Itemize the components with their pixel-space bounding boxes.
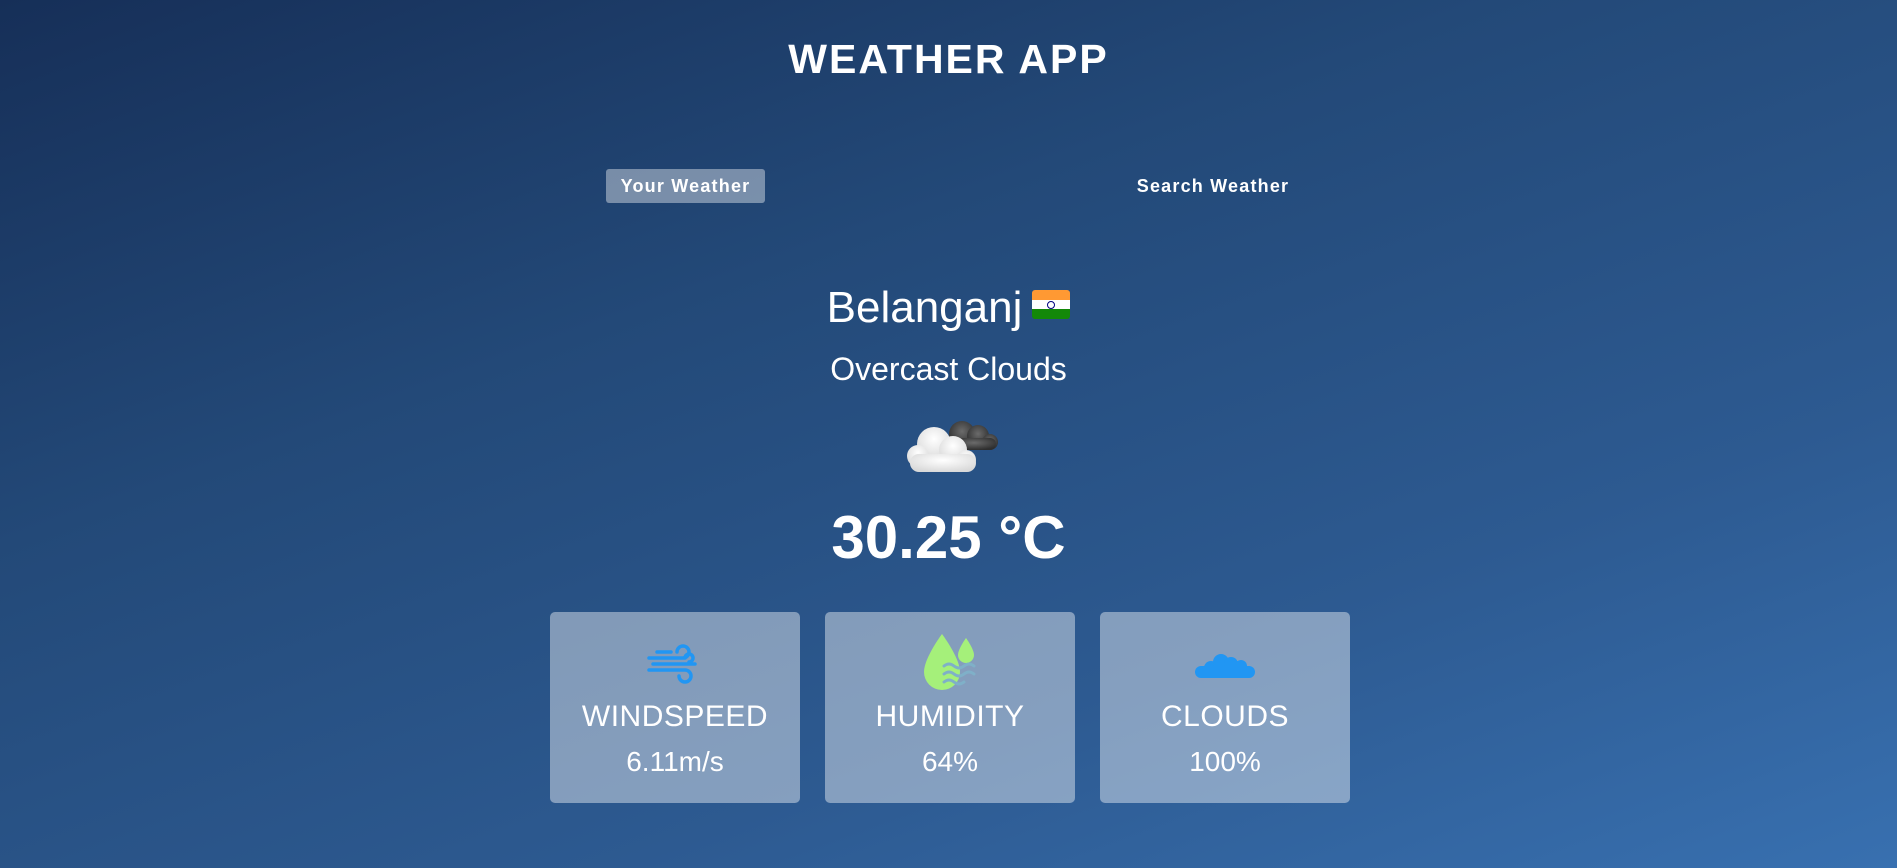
city-name: Belanganj — [826, 283, 1023, 332]
app-title: WEATHER APP — [788, 36, 1109, 82]
windspeed-value: 6.11m/s — [626, 746, 724, 777]
tab-search-weather[interactable]: Search Weather — [1113, 169, 1313, 203]
weather-description: Overcast Clouds — [830, 351, 1067, 387]
humidity-card: HUMIDITY 64% — [825, 612, 1075, 803]
india-flag-icon — [1032, 290, 1071, 319]
overcast-clouds-icon — [907, 421, 998, 472]
clouds-value: 100% — [1189, 746, 1261, 777]
humidity-drops-icon — [924, 634, 976, 690]
tab-your-weather[interactable]: Your Weather — [606, 169, 765, 203]
windspeed-label: WINDSPEED — [581, 700, 769, 733]
clouds-card: CLOUDS 100% — [1100, 612, 1350, 803]
clouds-icon — [1195, 654, 1255, 678]
temperature: 30.25 °C — [831, 504, 1066, 571]
windspeed-card: WINDSPEED 6.11m/s — [550, 612, 800, 803]
humidity-value: 64% — [921, 746, 979, 777]
clouds-label: CLOUDS — [1160, 700, 1290, 733]
location-heading: Belanganj — [0, 283, 1897, 333]
humidity-label: HUMIDITY — [875, 700, 1025, 733]
wind-icon — [647, 644, 697, 684]
